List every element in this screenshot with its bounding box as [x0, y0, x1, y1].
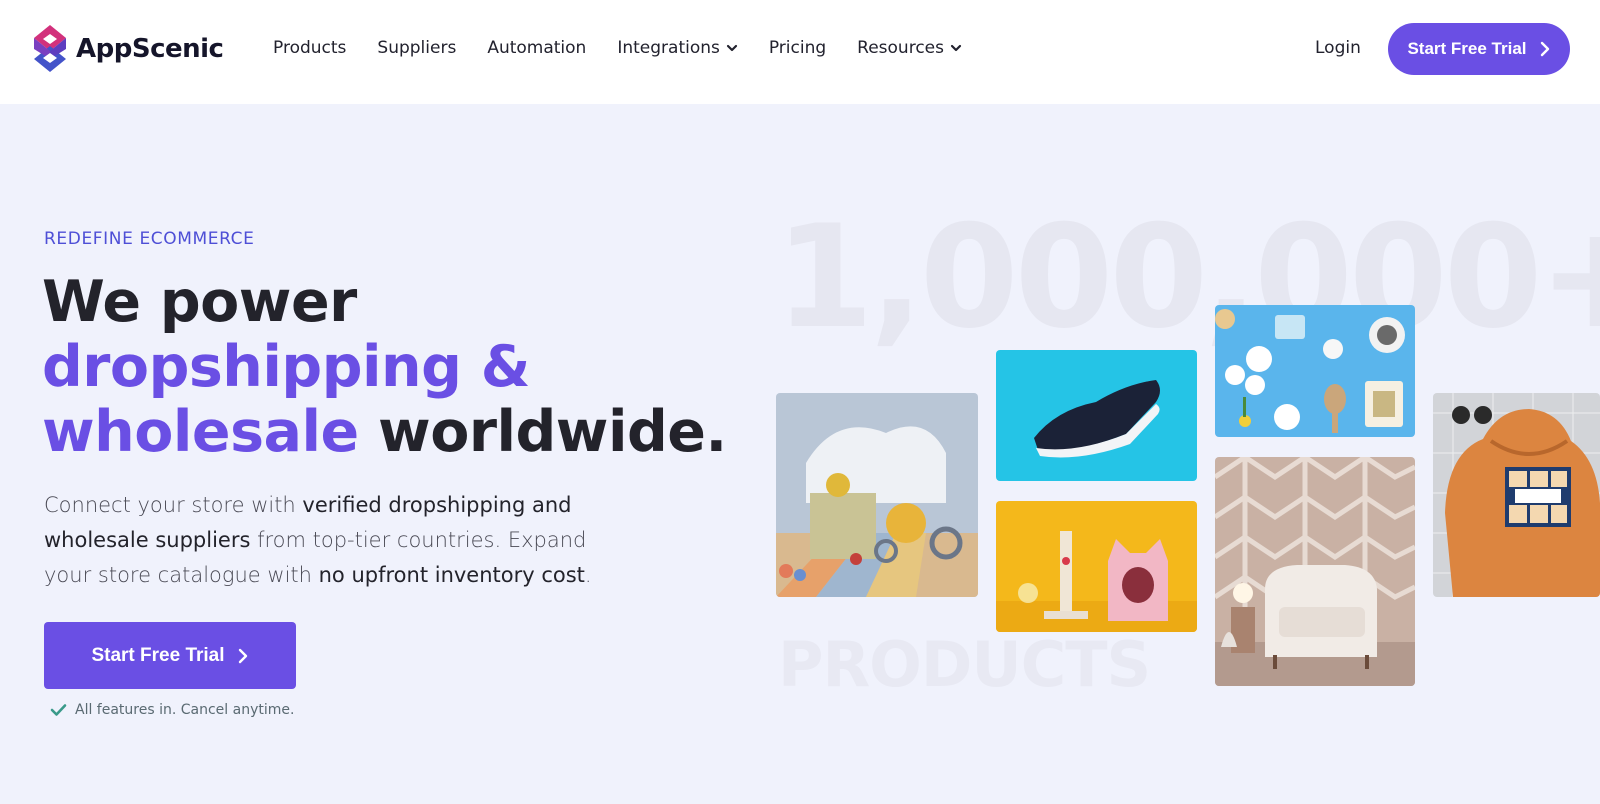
- login-link[interactable]: Login: [1315, 38, 1361, 58]
- chevron-down-icon: [950, 44, 962, 52]
- appscenic-logo-icon: [34, 25, 66, 72]
- brand-name: AppScenic: [76, 33, 224, 64]
- nav-item-suppliers[interactable]: Suppliers: [377, 38, 456, 58]
- cat-house-image: [996, 501, 1197, 632]
- nav-item-automation[interactable]: Automation: [487, 38, 586, 58]
- nav-start-free-trial-button[interactable]: Start Free Trial: [1388, 23, 1570, 75]
- headline-line-1: We power: [42, 269, 357, 335]
- check-icon: [50, 704, 67, 716]
- desc-text: Connect your store with: [44, 493, 303, 517]
- hero-start-free-trial-button[interactable]: Start Free Trial: [44, 622, 296, 689]
- desc-bold: no upfront inventory cost: [318, 563, 585, 587]
- hero-headline: We power dropshipping & wholesale worldw…: [42, 270, 727, 465]
- sneaker-image: [996, 350, 1197, 481]
- trial-note: All features in. Cancel anytime.: [50, 702, 294, 718]
- headline-line-3: wholesale worldwide.: [42, 400, 727, 465]
- nav-item-label: Automation: [487, 38, 587, 58]
- main-menu: Products Suppliers Automation Integratio…: [273, 38, 993, 58]
- button-label: Start Free Trial: [91, 644, 225, 666]
- hoodie-image: [1433, 393, 1600, 597]
- appscenic-logo[interactable]: AppScenic: [32, 25, 224, 72]
- chevron-right-icon: [1540, 41, 1549, 57]
- beauty-products-image: [1215, 305, 1415, 437]
- nav-item-label: Resources: [857, 38, 944, 58]
- headline-accent: wholesale: [42, 399, 359, 465]
- products-count-watermark: 1,000,000+: [775, 195, 1600, 360]
- desc-text: .: [584, 563, 592, 587]
- headline-line-2: dropshipping &: [42, 334, 530, 400]
- hero-eyebrow: REDEFINE ECOMMERCE: [44, 229, 255, 249]
- top-navbar: AppScenic Products Suppliers Automation …: [0, 0, 1600, 104]
- nav-item-integrations[interactable]: Integrations: [617, 38, 738, 58]
- button-label: Start Free Trial: [1407, 39, 1527, 58]
- nav-item-label: Integrations: [617, 38, 720, 58]
- headline-rest: worldwide.: [358, 399, 727, 465]
- armchair-image: [1215, 457, 1415, 686]
- nav-item-label: Suppliers: [377, 38, 457, 58]
- kids-toys-image: [776, 393, 978, 597]
- trial-note-text: All features in. Cancel anytime.: [75, 702, 295, 718]
- chevron-down-icon: [726, 44, 737, 52]
- nav-item-resources[interactable]: Resources: [857, 38, 962, 58]
- chevron-right-icon: [238, 648, 247, 663]
- nav-item-products[interactable]: Products: [273, 38, 346, 58]
- nav-item-pricing[interactable]: Pricing: [769, 38, 826, 58]
- products-label-watermark: PRODUCTS: [778, 628, 1151, 701]
- nav-item-label: Products: [273, 38, 347, 58]
- hero-description: Connect your store with verified dropshi…: [44, 488, 604, 593]
- nav-item-label: Pricing: [768, 38, 827, 58]
